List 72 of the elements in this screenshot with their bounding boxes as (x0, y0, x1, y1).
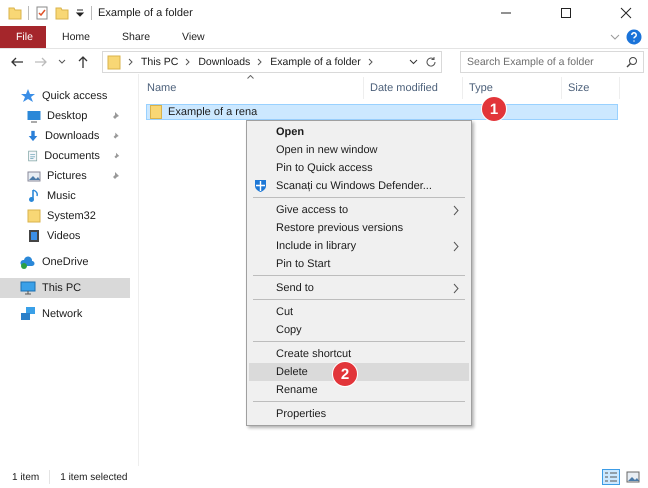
folder-icon (150, 105, 162, 119)
column-header[interactable]: Size (562, 77, 620, 99)
ribbon-tab[interactable]: Home (46, 26, 106, 48)
sidebar-item[interactable]: System32 (0, 206, 130, 226)
sidebar-item[interactable]: OneDrive (0, 252, 130, 272)
back-icon[interactable] (10, 55, 24, 69)
folder-icon (27, 209, 41, 223)
column-header[interactable]: Name (147, 77, 364, 99)
details-view-icon[interactable] (602, 469, 620, 485)
sidebar-item[interactable]: Quick access (0, 86, 130, 106)
sidebar-item[interactable]: Documents (0, 146, 130, 166)
menu-item[interactable]: Create shortcut (249, 345, 469, 363)
menu-item[interactable]: Pin to Start (249, 255, 469, 273)
window-title: Example of a folder (98, 7, 193, 19)
menu-item[interactable]: Open in new window (249, 141, 469, 159)
menu-item[interactable]: Cut (249, 303, 469, 321)
sidebar-item[interactable]: Pictures (0, 166, 130, 186)
step-badge: 1 (481, 96, 507, 122)
properties-icon[interactable] (35, 6, 49, 20)
menu-item[interactable]: Send to (249, 279, 469, 297)
chevron-right-icon[interactable] (185, 58, 192, 66)
chevron-right-icon[interactable] (257, 58, 264, 66)
ribbon-tab[interactable]: View (166, 26, 221, 48)
dropdown-icon[interactable] (409, 58, 418, 66)
network-icon (20, 306, 36, 322)
menu-item[interactable]: Give access to (249, 201, 469, 219)
sidebar-item[interactable]: Network (0, 304, 130, 324)
download-arrow-icon (27, 129, 39, 143)
picture-icon (27, 169, 41, 183)
status-text: 1 item selected (60, 472, 128, 482)
breadcrumb[interactable]: This PC (141, 56, 178, 68)
cloud-icon (20, 254, 36, 270)
menu-item[interactable]: Open (249, 123, 469, 141)
sidebar-item[interactable]: Videos (0, 226, 130, 246)
menu-item[interactable]: Copy (249, 321, 469, 339)
document-icon (27, 149, 38, 163)
sidebar-item[interactable]: Downloads (0, 126, 130, 146)
refresh-icon[interactable] (425, 56, 437, 68)
recent-locations-icon[interactable] (58, 58, 66, 66)
sidebar-item[interactable]: Music (0, 186, 130, 206)
sort-caret-icon (247, 75, 254, 79)
search-icon (626, 56, 638, 68)
desktop-icon (27, 109, 41, 123)
address-bar[interactable]: This PC Downloads Example of a folder (102, 51, 442, 73)
ribbon-tab[interactable]: Share (106, 26, 166, 48)
chevron-right-icon[interactable] (368, 58, 374, 66)
chevron-down-icon[interactable] (610, 32, 620, 42)
menu-item[interactable]: Properties (249, 405, 469, 423)
up-icon[interactable] (76, 55, 90, 69)
status-text: 1 item (12, 472, 40, 482)
search-field[interactable]: Search Example of a folder (460, 51, 644, 73)
computer-icon (20, 280, 36, 296)
column-header[interactable]: Date modified (364, 77, 463, 99)
folder-icon (107, 54, 121, 70)
star-icon (20, 88, 36, 104)
maximize-icon[interactable] (560, 7, 572, 19)
sidebar-item[interactable]: This PC (0, 278, 130, 298)
menu-item[interactable]: Pin to Quick access (249, 159, 469, 177)
close-icon[interactable] (620, 7, 632, 19)
menu-item[interactable]: Scanați cu Windows Defender... (249, 177, 469, 195)
shield-icon (254, 179, 267, 192)
dropdown-icon[interactable] (75, 8, 85, 18)
menu-item[interactable]: Include in library (249, 237, 469, 255)
breadcrumb[interactable]: Downloads (198, 56, 250, 68)
help-icon[interactable] (626, 29, 642, 45)
music-note-icon (27, 189, 41, 203)
ribbon-tab[interactable]: File (0, 26, 46, 48)
chevron-right-icon[interactable] (128, 58, 134, 66)
menu-item[interactable]: Restore previous versions (249, 219, 469, 237)
sidebar-item[interactable]: Desktop (0, 106, 130, 126)
large-icons-view-icon[interactable] (626, 471, 640, 483)
breadcrumb[interactable]: Example of a folder (270, 56, 361, 68)
